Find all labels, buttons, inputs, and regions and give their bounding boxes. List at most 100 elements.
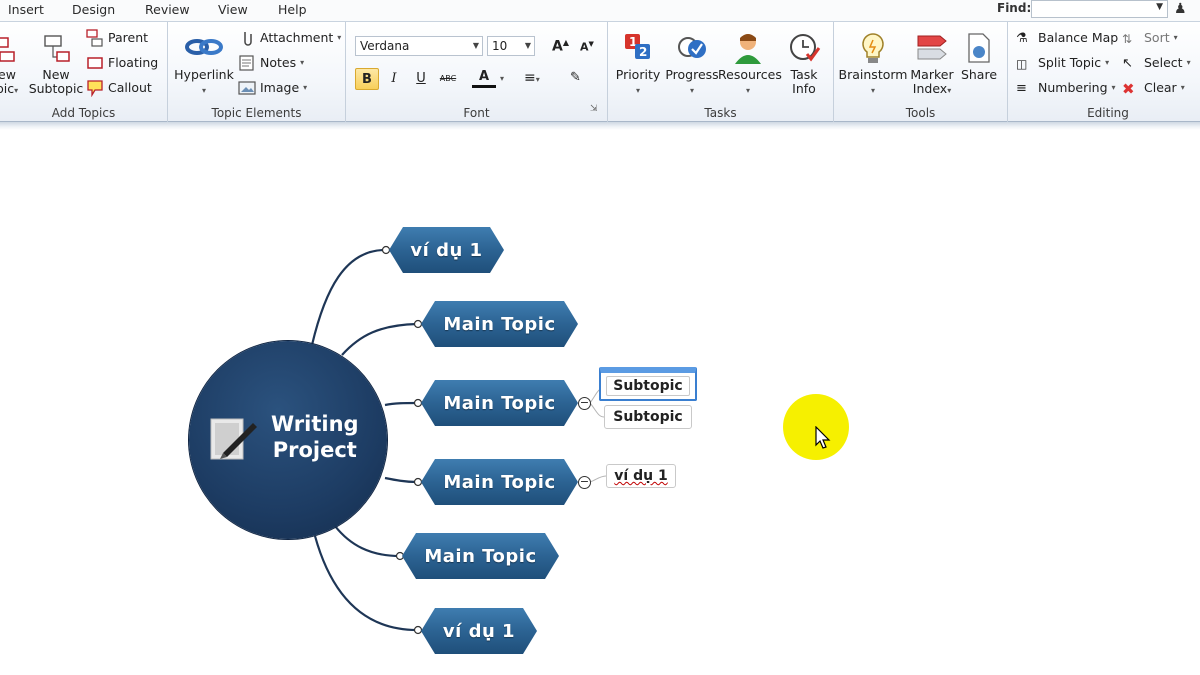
new-topic-button[interactable]: ew pic▾ (0, 32, 22, 98)
collapse-toggle[interactable]: − (578, 397, 591, 410)
shrink-font-icon[interactable]: A▼ (580, 40, 594, 54)
main-topic[interactable]: Main Topic (421, 380, 578, 426)
group-label-add-topics: Add Topics (51, 106, 116, 120)
font-size-select[interactable]: 10 ▼ (487, 36, 535, 56)
split-topic-label: Split Topic (1038, 55, 1102, 70)
hyperlink-button[interactable]: Hyperlink ▾ (174, 32, 234, 98)
cursor-arrow-icon: ↖ (1122, 56, 1133, 71)
priority-icon: 1 2 (625, 34, 650, 59)
subtopic-label: Subtopic (606, 376, 690, 396)
numbering-icon: ≡ (1016, 81, 1027, 96)
central-topic-label: Writing Project (271, 411, 359, 463)
topic-connectors (310, 245, 607, 635)
new-subtopic-label-1: New (42, 67, 70, 82)
font-family-value: Verdana (360, 39, 410, 53)
parent-topic-icon (86, 29, 103, 47)
format-painter-icon[interactable]: ✎ (570, 70, 581, 85)
subtopic-selected[interactable]: Subtopic (599, 367, 697, 401)
strikethrough-button[interactable]: ABC (436, 68, 460, 90)
tab-design[interactable]: Design (72, 2, 115, 17)
progress-button[interactable]: Progress ▾ (662, 32, 722, 98)
chevron-down-icon: ▾ (1173, 33, 1178, 42)
red-x-icon: ✖ (1122, 80, 1135, 98)
hyperlink-icon (185, 39, 223, 55)
tab-review[interactable]: Review (145, 2, 190, 17)
select-button[interactable]: ↖ Select ▾ (1122, 53, 1191, 73)
main-topic[interactable]: ví dụ 1 (421, 608, 537, 654)
people-icon[interactable]: ♟ (1174, 1, 1187, 17)
share-label: Share (960, 67, 998, 82)
group-label-editing: Editing (1087, 106, 1129, 120)
group-add-topics: ew pic▾ New Subtopic Parent (0, 22, 168, 122)
font-family-select[interactable]: Verdana ▼ (355, 36, 483, 56)
grow-font-icon[interactable]: A▲ (552, 38, 569, 55)
font-size-value: 10 (492, 39, 508, 53)
marker-index-button[interactable]: Marker Index▾ (908, 32, 956, 98)
writing-pen-icon (210, 418, 257, 460)
new-subtopic-icon (44, 35, 70, 62)
sub-connector-2 (589, 402, 605, 418)
brainstorm-button[interactable]: Brainstorm ▾ (838, 32, 908, 98)
resources-button[interactable]: Resources ▾ (718, 32, 782, 98)
clock-icon (790, 34, 821, 62)
tab-help[interactable]: Help (278, 2, 307, 17)
notes-button[interactable]: Notes ▾ (238, 53, 304, 73)
group-label-tasks: Tasks (704, 106, 737, 120)
chevron-down-icon: ▾ (635, 86, 640, 95)
chevron-down-icon: ▾ (947, 86, 952, 95)
group-font: Verdana ▼ 10 ▼ A▲ A▼ B I U ABC A ▾ ≡▾ ✎ … (346, 22, 608, 122)
collapse-toggle[interactable]: − (578, 476, 591, 489)
group-tasks: 1 2 Priority ▾ Progress ▾ Resources ▾ Ta… (608, 22, 834, 122)
sort-button[interactable]: ⇅ Sort ▾ (1122, 28, 1178, 48)
attachment-label: Attachment (260, 30, 334, 45)
new-topic-label-2: pic (0, 81, 15, 96)
svg-text:2: 2 (639, 45, 647, 59)
main-topic[interactable]: Main Topic (421, 301, 578, 347)
bold-button[interactable]: B (355, 68, 379, 90)
hyperlink-label: Hyperlink (174, 67, 234, 82)
parent-button[interactable]: Parent (86, 28, 148, 48)
share-button[interactable]: Share (958, 32, 1000, 82)
marker-index-icon (917, 35, 947, 60)
font-color-button[interactable]: A (472, 68, 496, 88)
priority-button[interactable]: 1 2 Priority ▾ (612, 32, 664, 98)
group-tools: Brainstorm ▾ Marker Index▾ Share Tools (834, 22, 1008, 122)
menu-bar: Insert Design Review View Help Find: ▼ ♟ (0, 0, 1200, 22)
map-canvas[interactable]: Writing Project ví dụ 1 Main Topic Main … (0, 130, 1200, 675)
balance-map-button[interactable]: ⚗ Balance Map (1016, 28, 1118, 48)
callout-button[interactable]: Callout (86, 78, 152, 98)
split-topic-button[interactable]: ◫ Split Topic ▾ (1016, 53, 1109, 73)
subtopic[interactable]: Subtopic (604, 405, 692, 429)
tab-insert[interactable]: Insert (8, 2, 44, 17)
chevron-down-icon[interactable]: ▼ (1156, 2, 1163, 12)
task-info-button[interactable]: Task Info (784, 32, 824, 96)
chevron-down-icon: ▾ (689, 86, 694, 95)
find-input[interactable]: ▼ (1031, 0, 1168, 18)
main-topic[interactable]: Main Topic (421, 459, 578, 505)
connector-4 (384, 476, 418, 484)
clear-button[interactable]: ✖ Clear ▾ (1122, 78, 1185, 98)
chevron-down-icon: ▾ (1180, 83, 1185, 92)
tab-view[interactable]: View (218, 2, 248, 17)
numbering-button[interactable]: ≡ Numbering ▾ (1016, 78, 1116, 98)
main-topic[interactable]: Main Topic (402, 533, 559, 579)
share-icon (968, 33, 990, 63)
underline-button[interactable]: U (409, 68, 433, 90)
main-topic[interactable]: ví dụ 1 (389, 227, 504, 273)
group-label-font: Font (463, 106, 490, 120)
central-topic[interactable]: Writing Project (189, 341, 387, 539)
brainstorm-label: Brainstorm (838, 67, 908, 82)
align-icon[interactable]: ≡▾ (524, 70, 540, 86)
subtopic[interactable]: ví dụ 1 (606, 464, 676, 488)
chevron-down-icon[interactable]: ▾ (500, 74, 504, 83)
floating-button[interactable]: Floating (86, 53, 158, 73)
resources-label: Resources (718, 67, 782, 82)
image-button[interactable]: Image ▾ (238, 78, 307, 98)
parent-label: Parent (108, 30, 149, 45)
chevron-down-icon: ▾ (14, 86, 19, 95)
italic-button[interactable]: I (382, 68, 406, 90)
marker-index-label-1: Marker (910, 67, 954, 82)
paperclip-icon (244, 32, 252, 46)
new-subtopic-button[interactable]: New Subtopic (28, 32, 84, 96)
attachment-button[interactable]: Attachment ▾ (238, 28, 341, 48)
